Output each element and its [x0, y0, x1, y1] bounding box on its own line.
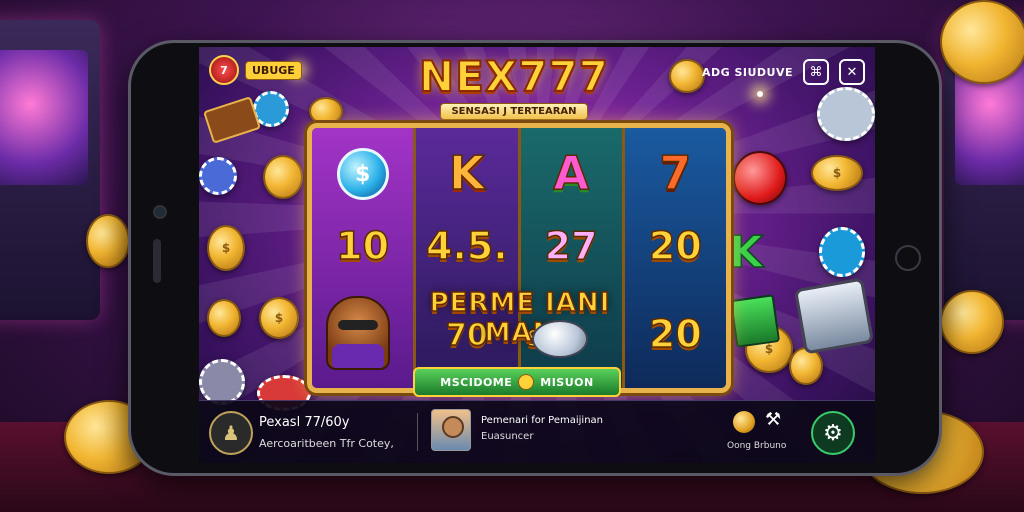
dollar-gem-icon: $ [336, 148, 389, 200]
camera-icon [153, 205, 167, 219]
coin-icon[interactable] [733, 411, 755, 433]
top-left-profile[interactable]: 7 UBUGE [209, 55, 302, 85]
top-right-text: ADG SIUDUVE [701, 65, 793, 79]
background-arcade-left [0, 20, 100, 320]
gear-icon[interactable]: ⚙ [811, 411, 855, 455]
poker-chip [199, 157, 237, 195]
promo-subtitle: Euasuncer [481, 431, 534, 442]
floating-coin: $ [811, 155, 863, 191]
poker-chip [199, 359, 245, 405]
share-icon[interactable]: ⌘ [803, 59, 829, 85]
top-right-controls: ADG SIUDUVE ⌘ ✕ [702, 59, 865, 85]
silver-coin-icon [532, 320, 588, 358]
green-card [729, 294, 781, 348]
player-name: Pexasl 77/60y [259, 415, 350, 430]
reel-2-value: 4.5. [425, 224, 508, 268]
reel-4[interactable]: 7 20 20 [624, 128, 726, 388]
close-icon[interactable]: ✕ [839, 59, 865, 85]
poker-chip [817, 87, 875, 141]
poker-chip [819, 227, 865, 277]
win-banner: PERME IANI MAN [429, 287, 611, 349]
welcome-label-right: MISUON [540, 375, 594, 389]
player-description: Aercoaritbeen Tfr Cotey, [259, 437, 394, 450]
reel-2[interactable]: K 4.5. 70 [416, 128, 521, 388]
slot-reels-frame: $ 10 K 4.5. 70 A 27 SB 7 20 20 [307, 123, 731, 393]
background-coin [86, 214, 130, 268]
welcome-mission-button[interactable]: MSCIDOME MISUON [413, 367, 621, 397]
coin-icon [518, 374, 535, 390]
reel-4-value: 20 [648, 224, 702, 268]
logo-subtitle: SENSASI J TERTEARAN [440, 103, 588, 120]
level-badge: 7 [209, 55, 239, 85]
bottom-bar: ♟ Pexasl 77/60y Aercoaritbeen Tfr Cotey,… [199, 400, 875, 463]
action-label: Oong Brbuno [727, 441, 787, 451]
reel-4-symbol: 7 [659, 146, 693, 200]
hammer-icon[interactable]: ⚒ [765, 409, 781, 430]
monkey-character-icon [326, 296, 390, 370]
reel-3-symbol: A [553, 146, 590, 200]
promo-title: Pemenari for Pemaijinan [481, 415, 604, 426]
floating-coin [309, 97, 343, 125]
floating-coin [789, 347, 823, 385]
reel-1-value: 10 [335, 224, 390, 268]
phone-device: $ $ $ $ K 7 UBUGE NEX777 SENSASI J TERTE… [128, 40, 942, 476]
floating-coin [263, 155, 303, 199]
game-logo: NEX777 SENSASI J TERTEARAN [399, 52, 629, 120]
red-ball [733, 151, 787, 205]
figurine-icon[interactable]: ♟ [209, 411, 253, 455]
reel-3-value: 27 [544, 224, 598, 268]
logo-title: NEX777 [418, 52, 609, 101]
floating-coin: $ [259, 297, 299, 339]
green-k-card: K [728, 226, 764, 279]
welcome-label-left: MSCIDOME [440, 375, 513, 389]
floating-coin [669, 59, 705, 93]
divider [417, 413, 418, 451]
background-coin [940, 0, 1024, 84]
reel-2-symbol: K [448, 146, 485, 200]
game-screen: $ $ $ $ K 7 UBUGE NEX777 SENSASI J TERTE… [199, 47, 875, 463]
home-button[interactable] [895, 245, 921, 271]
sparkle [757, 91, 763, 97]
floating-coin: $ [207, 225, 245, 271]
silver-box [793, 277, 875, 355]
promo-thumbnail[interactable] [431, 409, 471, 451]
side-button [153, 239, 161, 283]
background-coin [940, 290, 1004, 354]
floating-coin [207, 299, 241, 337]
top-tag: UBUGE [245, 60, 302, 80]
reel-1[interactable]: $ 10 [312, 128, 417, 388]
